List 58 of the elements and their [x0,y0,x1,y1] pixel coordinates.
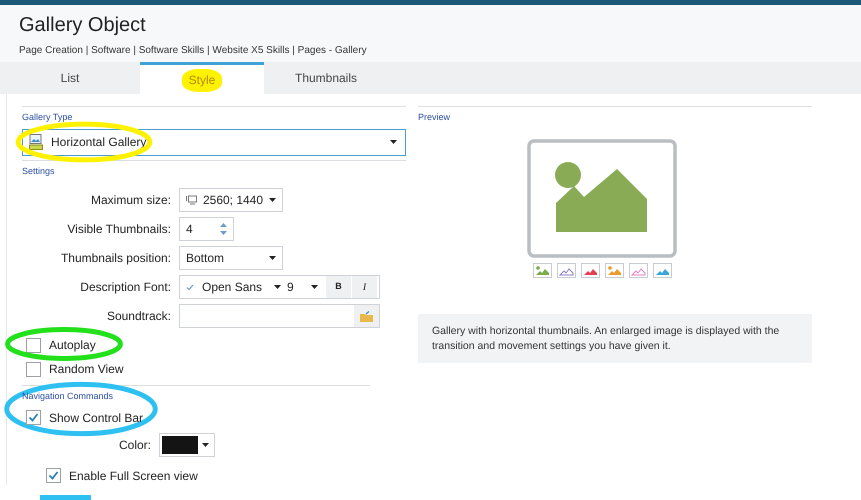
gallery-type-dropdown[interactable]: Horizontal Gallery [22,128,406,156]
italic-button[interactable]: I [352,276,377,298]
thumbnail-icon[interactable] [628,262,648,278]
field-label: Thumbnails position: [60,250,171,267]
browse-button[interactable] [354,305,379,327]
color-picker[interactable] [159,432,215,456]
image-placeholder-icon [527,138,677,258]
folder-icon [360,310,373,322]
section-heading: Preview [418,111,452,124]
field-label: Color: [118,436,151,454]
dropdown-value: Bottom [186,250,226,267]
checkbox[interactable] [26,362,41,376]
check-icon [186,284,194,290]
section-heading: Settings [22,164,56,178]
dropdown-value: Horizontal Gallery [51,134,148,151]
font-picker[interactable]: Open Sans 9 B I [179,275,380,299]
dropdown[interactable]: Bottom [179,246,283,270]
thumbnail-icon[interactable] [652,262,672,278]
thumbnail-icon[interactable] [580,262,600,278]
checkbox[interactable] [26,410,41,425]
caret-icon [311,285,318,289]
up-down-arrows-icon [220,223,227,235]
check-icon [28,412,39,423]
field-label: Description Font: [79,279,171,296]
window-title: Gallery Object [19,13,147,37]
description-text: Gallery with horizontal thumbnails. An enlarged image is displayed with the transition and movement settings you have given it. [418,314,812,362]
dropdown-value: 2560; 1440 [202,192,264,209]
thumbnail-icon[interactable] [604,262,624,278]
section-heading: Navigation Commands [22,390,114,403]
checkbox[interactable] [46,468,61,483]
field-label: Visible Thumbnails: [66,221,171,238]
font-size: 9 [287,279,295,296]
bold-button[interactable]: B [326,276,351,298]
caret-icon [274,285,281,289]
checkbox-label: Show Control Bar [49,410,144,426]
gallery-icon [29,134,43,150]
checkbox-label: Random View [49,361,124,378]
caret-icon [269,198,276,202]
tab[interactable]: List [0,62,140,94]
breadcrumb: Page Creation | Software | Software Skills | Website X5 Skills | Pages - Gallery [19,44,368,58]
checkbox-label: Enable Full Screen view [69,468,198,484]
section-heading: Gallery Type [22,111,74,124]
caret-icon [269,256,276,260]
font-name: Open Sans [202,279,264,296]
checkbox-label: Autoplay [49,337,96,354]
field-label: Maximum size: [90,192,171,209]
thumbnail-icon[interactable] [556,262,576,278]
file-field[interactable] [179,304,380,328]
thumbnail-icon[interactable] [532,262,552,278]
number-spinner[interactable]: 4 [179,217,234,241]
dropdown[interactable]: 2560; 1440 [179,188,283,212]
check-icon [48,470,59,481]
field-label: Soundtrack: [106,308,171,325]
caret-icon [390,140,397,144]
tab[interactable]: Thumbnails [264,62,388,94]
spinner-value: 4 [186,221,194,238]
checkbox[interactable] [26,338,41,352]
caret-icon [202,442,209,446]
